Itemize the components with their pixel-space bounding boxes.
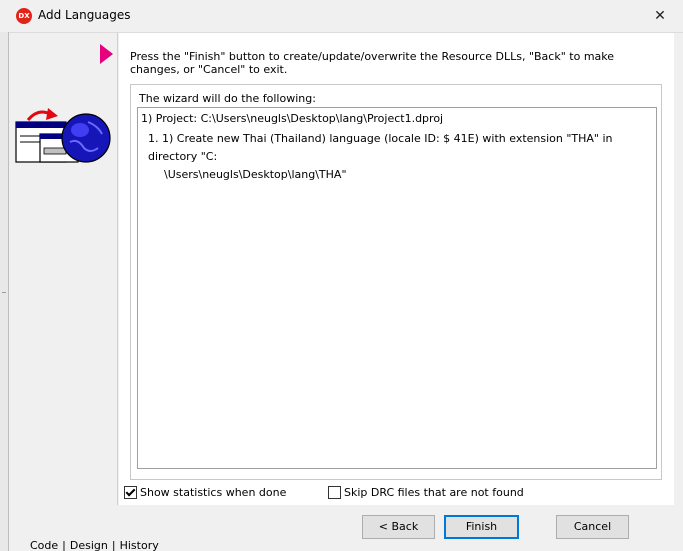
tab-design[interactable]: Design (70, 540, 112, 551)
show-statistics-option[interactable]: Show statistics when done (124, 486, 286, 499)
delphi-app-icon: DX (16, 8, 32, 24)
back-button[interactable]: < Back (362, 515, 435, 539)
ide-view-tabs: Code | Design | History (30, 540, 163, 551)
group-label: The wizard will do the following: (139, 92, 316, 105)
skip-drc-label: Skip DRC files that are not found (344, 486, 524, 499)
show-statistics-checkbox[interactable] (124, 486, 137, 499)
pink-arrow-icon (100, 44, 113, 64)
list-item-language: 1. 1) Create new Thai (Thailand) languag… (148, 130, 648, 184)
skip-drc-option[interactable]: Skip DRC files that are not found (328, 486, 524, 499)
finish-button[interactable]: Finish (444, 515, 519, 539)
wizard-side-panel (9, 33, 118, 505)
instruction-text: Press the "Finish" button to create/upda… (130, 50, 615, 76)
cancel-button[interactable]: Cancel (556, 515, 629, 539)
close-icon: ✕ (654, 8, 666, 24)
tab-history[interactable]: History (120, 540, 163, 551)
list-item-project: 1) Project: C:\Users\neugls\Desktop\lang… (141, 112, 444, 125)
list-item-language-line2: \Users\neugls\Desktop\lang\THA" (164, 168, 347, 181)
wizard-globe-icon (15, 108, 111, 163)
window-frame-left (0, 32, 9, 551)
skip-drc-checkbox[interactable] (328, 486, 341, 499)
title-bar: DX Add Languages ✕ (0, 0, 683, 33)
close-button[interactable]: ✕ (645, 4, 675, 28)
tab-code[interactable]: Code (30, 540, 62, 551)
list-item-language-line1: 1. 1) Create new Thai (Thailand) languag… (148, 132, 613, 163)
show-statistics-label: Show statistics when done (140, 486, 287, 499)
window-title: Add Languages (38, 8, 131, 22)
